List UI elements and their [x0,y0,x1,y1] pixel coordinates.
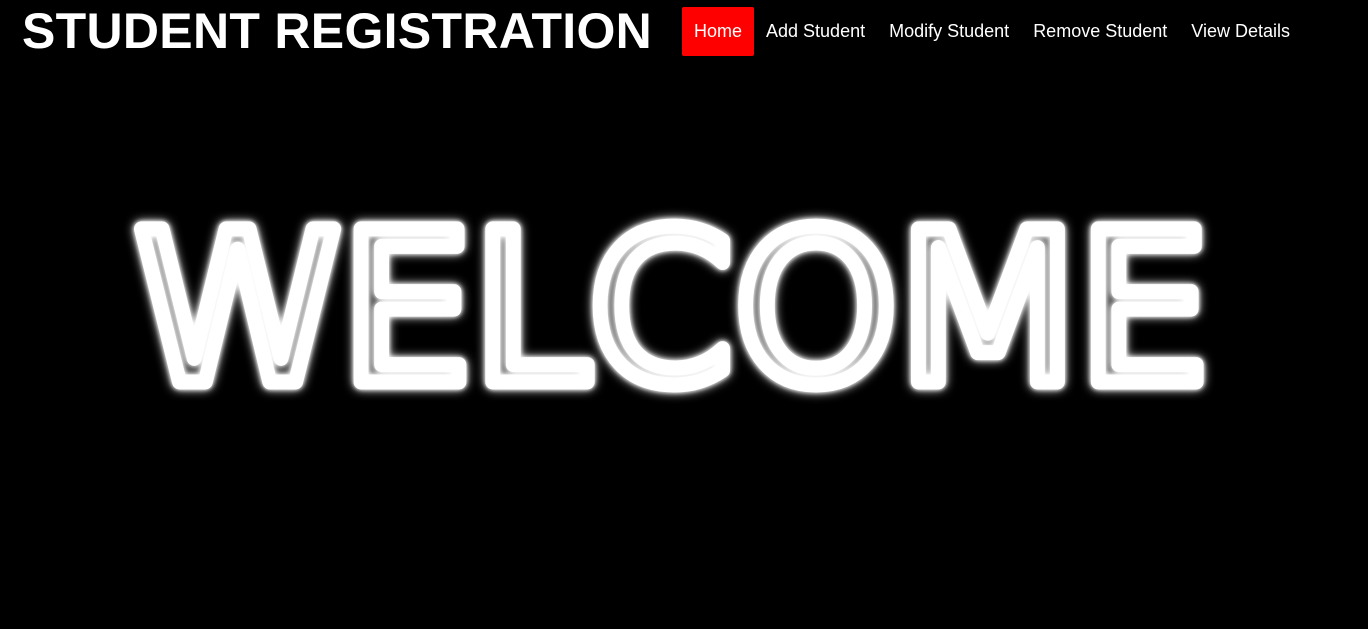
nav-modify-student[interactable]: Modify Student [877,7,1021,56]
nav-view-details[interactable]: View Details [1179,7,1302,56]
main-nav: Home Add Student Modify Student Remove S… [682,7,1302,56]
welcome-banner: WELCOME [0,200,1368,420]
nav-remove-student[interactable]: Remove Student [1021,7,1179,56]
nav-home[interactable]: Home [682,7,755,56]
nav-add-student[interactable]: Add Student [754,7,877,56]
site-title: STUDENT REGISTRATION [22,3,653,59]
welcome-text: WELCOME [135,200,1210,420]
welcome-neon-svg: WELCOME [127,200,1217,420]
